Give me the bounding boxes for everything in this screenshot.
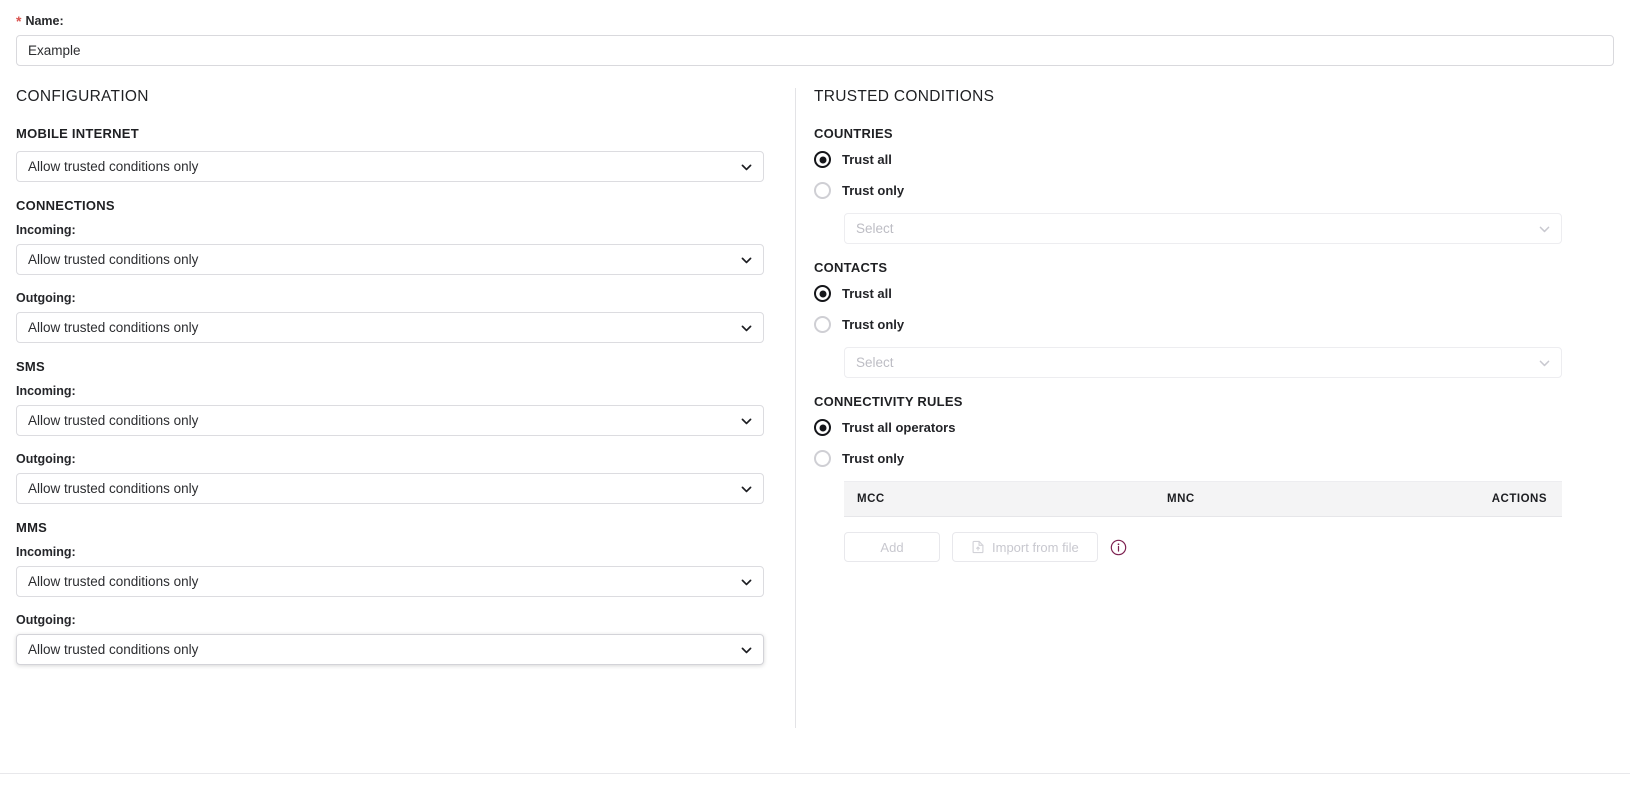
- radio-contacts-trust-only-label: Trust only: [842, 317, 905, 332]
- chevron-down-icon: [740, 643, 753, 656]
- configuration-panel: CONFIGURATION MOBILE INTERNET Allow trus…: [0, 88, 795, 748]
- select-countries-placeholder: Select: [856, 221, 894, 236]
- radio-button-unselected-icon: [814, 316, 831, 333]
- chevron-down-icon: [740, 414, 753, 427]
- form-page: * Name: CONFIGURATION MOBILE INTERNET Al…: [0, 0, 1630, 800]
- name-label: * Name:: [16, 14, 1614, 28]
- label-mms-outgoing: Outgoing:: [16, 613, 76, 627]
- label-connections-outgoing: Outgoing:: [16, 291, 76, 305]
- radio-rules-trust-only-label: Trust only: [842, 451, 905, 466]
- group-title-mobile-internet: MOBILE INTERNET: [16, 126, 139, 141]
- select-contacts[interactable]: Select: [844, 347, 1562, 378]
- name-label-text: Name:: [25, 14, 64, 28]
- chevron-down-icon: [740, 575, 753, 588]
- form-columns: CONFIGURATION MOBILE INTERNET Allow trus…: [0, 88, 1630, 748]
- group-title-countries: COUNTRIES: [814, 126, 893, 141]
- radio-contacts-trust-all-label: Trust all: [842, 286, 892, 301]
- select-sms-incoming[interactable]: Allow trusted conditions only: [16, 405, 764, 436]
- select-connections-outgoing[interactable]: Allow trusted conditions only: [16, 312, 764, 343]
- radio-rules-trust-all-operators[interactable]: Trust all operators: [814, 419, 1614, 436]
- name-field-row: * Name:: [0, 0, 1630, 66]
- select-mms-outgoing[interactable]: Allow trusted conditions only: [16, 634, 764, 665]
- required-asterisk: *: [16, 13, 22, 29]
- trusted-conditions-title: TRUSTED CONDITIONS: [814, 88, 995, 105]
- group-title-contacts: CONTACTS: [814, 260, 888, 275]
- select-contacts-placeholder: Select: [856, 355, 894, 370]
- chevron-down-icon: [1538, 356, 1551, 369]
- radio-countries-trust-all[interactable]: Trust all: [814, 151, 1614, 168]
- connectivity-rules-table: MCC MNC ACTIONS Add Import from file: [844, 481, 1562, 562]
- import-from-file-label: Import from file: [992, 539, 1079, 555]
- group-title-connectivity-rules: CONNECTIVITY RULES: [814, 394, 963, 409]
- column-header-actions: ACTIONS: [1491, 493, 1547, 505]
- chevron-down-icon: [740, 160, 753, 173]
- trusted-conditions-panel: TRUSTED CONDITIONS COUNTRIES Trust all T…: [796, 88, 1630, 748]
- radio-button-selected-icon: [814, 285, 831, 302]
- configuration-title: CONFIGURATION: [16, 88, 149, 105]
- radio-countries-trust-only[interactable]: Trust only: [814, 182, 1614, 199]
- select-sms-incoming-value: Allow trusted conditions only: [28, 413, 199, 428]
- file-upload-icon: [971, 540, 985, 554]
- select-mobile-internet-value: Allow trusted conditions only: [28, 159, 199, 174]
- group-title-sms: SMS: [16, 359, 45, 374]
- contacts-select-wrap: Select: [814, 347, 1614, 378]
- group-title-mms: MMS: [16, 520, 48, 535]
- select-mms-incoming-value: Allow trusted conditions only: [28, 574, 199, 589]
- radio-contacts-trust-all[interactable]: Trust all: [814, 285, 1614, 302]
- group-title-connections: CONNECTIONS: [16, 198, 115, 213]
- select-countries[interactable]: Select: [844, 213, 1562, 244]
- chevron-down-icon: [740, 321, 753, 334]
- label-sms-outgoing: Outgoing:: [16, 452, 76, 466]
- label-connections-incoming: Incoming:: [16, 223, 76, 237]
- radio-countries-trust-all-label: Trust all: [842, 152, 892, 167]
- select-mms-outgoing-value: Allow trusted conditions only: [28, 642, 199, 657]
- select-sms-outgoing[interactable]: Allow trusted conditions only: [16, 473, 764, 504]
- select-mobile-internet[interactable]: Allow trusted conditions only: [16, 151, 764, 182]
- chevron-down-icon: [740, 253, 753, 266]
- add-button[interactable]: Add: [844, 532, 940, 562]
- table-header-row: MCC MNC ACTIONS: [844, 482, 1562, 517]
- select-sms-outgoing-value: Allow trusted conditions only: [28, 481, 199, 496]
- chevron-down-icon: [740, 482, 753, 495]
- select-connections-outgoing-value: Allow trusted conditions only: [28, 320, 199, 335]
- countries-select-wrap: Select: [814, 213, 1614, 244]
- import-from-file-button[interactable]: Import from file: [952, 532, 1098, 562]
- select-connections-incoming-value: Allow trusted conditions only: [28, 252, 199, 267]
- radio-button-unselected-icon: [814, 450, 831, 467]
- column-header-mcc: MCC: [857, 493, 885, 505]
- name-input[interactable]: [16, 35, 1614, 66]
- select-connections-incoming[interactable]: Allow trusted conditions only: [16, 244, 764, 275]
- radio-countries-trust-only-label: Trust only: [842, 183, 905, 198]
- column-header-mnc: MNC: [1167, 493, 1195, 505]
- bottom-divider: [0, 773, 1630, 774]
- chevron-down-icon: [1538, 222, 1551, 235]
- label-sms-incoming: Incoming:: [16, 384, 76, 398]
- radio-contacts-trust-only[interactable]: Trust only: [814, 316, 1614, 333]
- radio-button-unselected-icon: [814, 182, 831, 199]
- select-mms-incoming[interactable]: Allow trusted conditions only: [16, 566, 764, 597]
- add-button-label: Add: [880, 539, 904, 555]
- label-mms-incoming: Incoming:: [16, 545, 76, 559]
- table-action-bar: Add Import from file: [844, 517, 1562, 562]
- radio-rules-trust-only[interactable]: Trust only: [814, 450, 1614, 467]
- radio-button-selected-icon: [814, 151, 831, 168]
- radio-button-selected-icon: [814, 419, 831, 436]
- info-circle-icon[interactable]: [1110, 539, 1127, 556]
- radio-rules-trust-all-operators-label: Trust all operators: [842, 420, 956, 435]
